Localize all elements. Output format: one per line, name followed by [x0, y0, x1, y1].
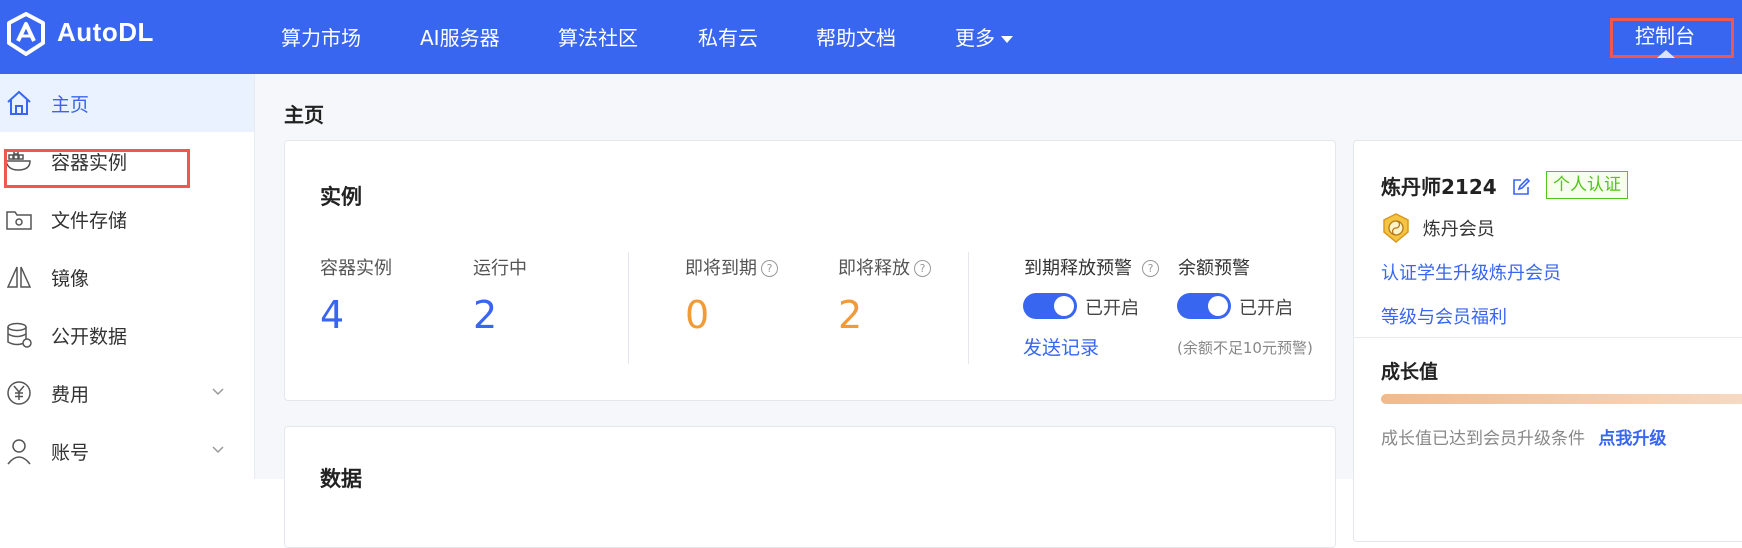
expire-alert-label: 到期释放预警?	[1024, 254, 1159, 280]
growth-status-text: 成长值已达到会员升级条件	[1381, 429, 1585, 449]
main-content: 主页 实例 容器实例 4 运行中 2 即将到期? 0 即将释放? 2 到期释放预…	[255, 74, 1742, 548]
instances-card-title: 实例	[320, 185, 362, 209]
brand-name[interactable]: AutoDL	[57, 17, 154, 48]
sidebar-item-billing[interactable]: 费用	[0, 364, 254, 422]
yen-icon	[7, 381, 31, 405]
member-level-label: 炼丹会员	[1422, 219, 1495, 240]
nav-more-label: 更多	[955, 26, 995, 50]
help-icon[interactable]: ?	[914, 260, 931, 277]
sidebar-item-label: 账号	[51, 442, 90, 464]
growth-progress-fill	[1381, 394, 1742, 404]
profile-card: 炼丹师2124 个人认证 炼丹会员 认证学生升级炼丹会员 等级与会员福利 成长值…	[1353, 140, 1742, 542]
stat-divider	[968, 252, 969, 364]
active-indicator-icon	[1657, 50, 1675, 58]
edit-icon[interactable]	[1512, 177, 1530, 196]
nav-more-menu[interactable]: 更多	[955, 22, 1013, 51]
stat-value-expiring[interactable]: 0	[685, 293, 709, 337]
caret-down-icon	[1001, 36, 1013, 43]
send-records-link[interactable]: 发送记录	[1023, 333, 1099, 360]
stat-label-running: 运行中	[473, 258, 527, 279]
highlight-box-containers	[4, 149, 190, 188]
stat-label-expiring: 即将到期?	[685, 254, 778, 280]
mirror-icon	[6, 266, 32, 288]
balance-alert-status: 已开启	[1239, 298, 1293, 319]
nav-help-docs[interactable]: 帮助文档	[816, 22, 896, 51]
user-icon	[7, 439, 31, 465]
upgrade-now-link[interactable]: 点我升级	[1598, 429, 1666, 449]
sidebar-item-label: 镜像	[51, 268, 90, 290]
help-icon[interactable]: ?	[761, 260, 778, 277]
sidebar-item-file-storage[interactable]: 文件存储	[0, 190, 254, 248]
home-icon	[7, 90, 31, 115]
chevron-down-icon	[212, 446, 224, 454]
sidebar-item-mirrors[interactable]: 镜像	[0, 248, 254, 306]
balance-alert-toggle[interactable]	[1177, 293, 1231, 319]
sidebar-item-label: 文件存储	[51, 210, 128, 232]
nav-algorithm-community[interactable]: 算法社区	[558, 22, 638, 51]
personal-cert-badge[interactable]: 个人认证	[1546, 171, 1628, 199]
stat-label-text: 即将释放	[838, 258, 910, 279]
stat-value-running[interactable]: 2	[473, 293, 497, 337]
nav-compute-market[interactable]: 算力市场	[281, 22, 361, 51]
stat-label-releasing: 即将释放?	[838, 254, 931, 280]
sidebar-item-label: 公开数据	[51, 326, 128, 348]
expire-alert-status: 已开启	[1085, 298, 1139, 319]
database-icon	[7, 322, 32, 348]
toggle-knob	[1054, 296, 1074, 316]
toggle-knob	[1208, 296, 1228, 316]
help-icon[interactable]: ?	[1142, 260, 1159, 277]
expire-alert-text: 到期释放预警	[1024, 258, 1132, 279]
stat-value-containers[interactable]: 4	[320, 293, 344, 337]
username-row: 炼丹师2124	[1381, 171, 1530, 200]
instances-card: 实例 容器实例 4 运行中 2 即将到期? 0 即将释放? 2 到期释放预警? …	[284, 140, 1336, 401]
balance-alert-label: 余额预警	[1178, 258, 1250, 279]
expire-alert-toggle[interactable]	[1023, 293, 1077, 319]
growth-status-row: 成长值已达到会员升级条件 点我升级	[1381, 424, 1666, 449]
nav-private-cloud[interactable]: 私有云	[698, 22, 758, 51]
sidebar-item-account[interactable]: 账号	[0, 422, 254, 480]
growth-progress-track	[1381, 394, 1742, 404]
sidebar-item-public-data[interactable]: 公开数据	[0, 306, 254, 364]
student-upgrade-link[interactable]: 认证学生升级炼丹会员	[1381, 259, 1561, 285]
autodl-logo-icon[interactable]	[6, 12, 46, 56]
growth-title: 成长值	[1381, 361, 1439, 383]
balance-alert-note: (余额不足10元预警)	[1177, 339, 1313, 357]
stat-label-containers: 容器实例	[320, 258, 392, 279]
member-benefits-link[interactable]: 等级与会员福利	[1381, 303, 1507, 329]
top-navbar: AutoDL 算力市场 AI服务器 算法社区 私有云 帮助文档 更多 控制台	[0, 0, 1742, 74]
sidebar-item-label: 费用	[51, 384, 90, 406]
stat-divider	[628, 252, 629, 364]
data-card: 数据	[284, 426, 1336, 548]
console-button[interactable]: 控制台	[1610, 18, 1734, 58]
console-label: 控制台	[1635, 24, 1695, 48]
sidebar: 主页 容器实例 文件存储 镜像 公开数据 费用 账号	[0, 74, 255, 479]
username: 炼丹师2124	[1381, 175, 1497, 199]
sidebar-item-home[interactable]: 主页	[0, 74, 254, 132]
sidebar-item-label: 主页	[51, 94, 90, 116]
folder-icon	[6, 211, 32, 230]
profile-divider	[1354, 337, 1742, 338]
member-badge-icon	[1383, 213, 1409, 243]
data-card-title: 数据	[320, 467, 362, 491]
nav-ai-servers[interactable]: AI服务器	[420, 22, 500, 51]
chevron-down-icon	[212, 388, 224, 396]
member-level-row: 炼丹会员	[1381, 213, 1495, 243]
page-title: 主页	[284, 103, 324, 127]
stat-value-releasing[interactable]: 2	[838, 293, 862, 337]
stat-label-text: 即将到期	[685, 258, 757, 279]
